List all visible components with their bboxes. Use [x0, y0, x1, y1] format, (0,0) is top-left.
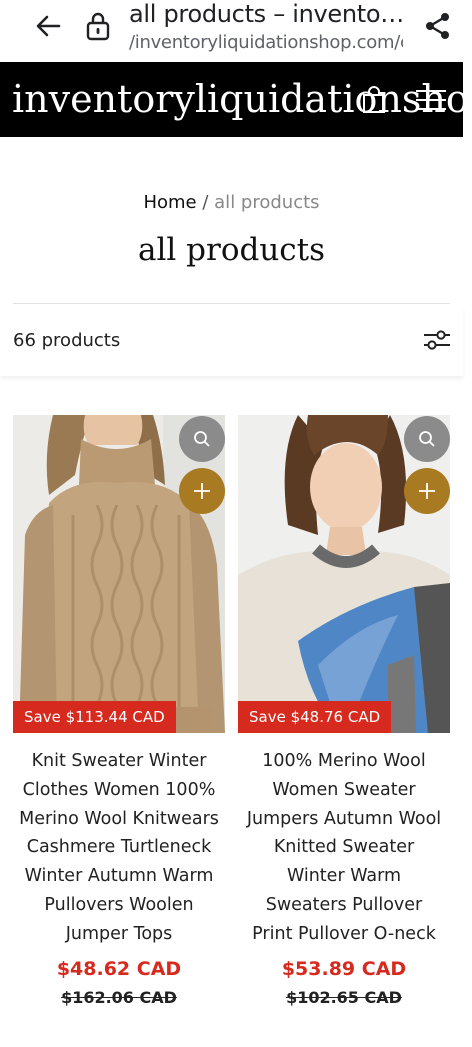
- product-title[interactable]: Knit Sweater Winter Clothes Women 100% M…: [13, 747, 225, 949]
- share-icon[interactable]: [423, 10, 453, 42]
- plus-icon: [419, 483, 435, 499]
- quick-view-button[interactable]: [179, 416, 225, 462]
- breadcrumb: Home / all products: [0, 192, 463, 214]
- sale-badge: Save $113.44 CAD: [13, 701, 176, 733]
- search-icon: [419, 431, 435, 447]
- product-photo-sweater-tan: [13, 415, 225, 733]
- compare-at-price: $162.06 CAD: [61, 987, 177, 1007]
- menu-icon[interactable]: [414, 88, 448, 112]
- page-edge: [463, 62, 472, 137]
- quick-add-button[interactable]: [404, 468, 450, 514]
- page-title: all products: [137, 232, 326, 268]
- breadcrumb-separator: /: [202, 192, 209, 213]
- product-image[interactable]: Save $113.44 CAD: [13, 415, 225, 733]
- sale-price: $53.89 CAD: [281, 957, 407, 980]
- product-photo-sweater-print: [238, 415, 450, 733]
- lock-icon[interactable]: [84, 10, 112, 42]
- plus-icon: [194, 483, 210, 499]
- sale-price: $48.62 CAD: [56, 957, 182, 980]
- quick-add-button[interactable]: [179, 468, 225, 514]
- back-arrow-icon[interactable]: [32, 10, 64, 42]
- product-card[interactable]: Save $48.76 CAD 100% Merino Wool Women S…: [238, 415, 450, 1008]
- tab-title[interactable]: all products – inventor…: [129, 0, 409, 28]
- breadcrumb-home-link[interactable]: Home: [143, 192, 196, 213]
- browser-toolbar: all products – inventor… /inventoryliqui…: [0, 0, 472, 62]
- sale-badge: Save $48.76 CAD: [238, 701, 392, 733]
- quick-view-button[interactable]: [404, 416, 450, 462]
- filter-sliders-icon[interactable]: [422, 326, 452, 354]
- search-icon: [194, 431, 210, 447]
- shopping-bag-icon[interactable]: [362, 86, 386, 114]
- site-logo[interactable]: inventoryliquidationshop.: [12, 74, 463, 124]
- url-text[interactable]: /inventoryliquidationshop.com/c: [129, 32, 403, 54]
- product-card[interactable]: Save $113.44 CAD Knit Sweater Winter Clo…: [13, 415, 225, 1008]
- collection-toolbar: 66 products: [0, 304, 463, 376]
- product-count: 66 products: [13, 330, 121, 351]
- site-header: inventoryliquidationshop.: [0, 62, 463, 137]
- breadcrumb-current: all products: [214, 192, 320, 213]
- product-image[interactable]: Save $48.76 CAD: [238, 415, 450, 733]
- product-title[interactable]: 100% Merino Wool Women Sweater Jumpers A…: [238, 747, 450, 949]
- compare-at-price: $102.65 CAD: [286, 987, 402, 1007]
